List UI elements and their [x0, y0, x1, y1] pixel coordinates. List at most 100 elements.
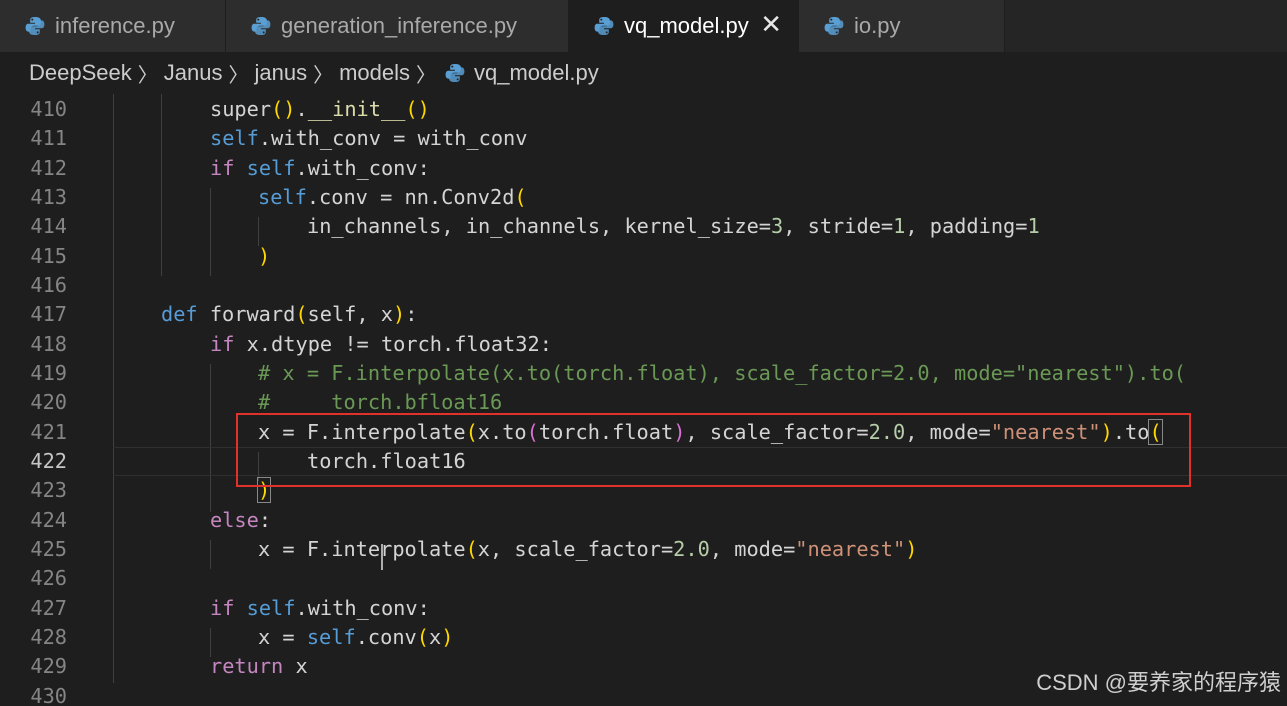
code-line[interactable]: 426	[0, 564, 1287, 593]
code-token: if	[210, 331, 247, 356]
code-line[interactable]: 415)	[0, 242, 1287, 271]
breadcrumb-item-file[interactable]: vq_model.py	[474, 60, 599, 86]
tab-bar: inference.py generation_inference.py vq_…	[0, 0, 1287, 52]
line-number: 419	[30, 360, 67, 385]
tab-generation-inference-py[interactable]: generation_inference.py	[226, 0, 569, 52]
line-number: 416	[30, 272, 67, 297]
code-token: , padding=	[905, 214, 1028, 239]
close-icon[interactable]: ✕	[760, 9, 782, 40]
code-text: if self.with_conv:	[210, 594, 430, 623]
code-token: super	[210, 97, 272, 121]
code-token: x, scale_factor=	[477, 536, 674, 561]
code-token: forward	[209, 302, 296, 327]
code-line[interactable]: 414 in_channels, in_channels, kernel_size…	[0, 212, 1287, 241]
code-token: def	[161, 302, 210, 327]
line-number: 422	[30, 448, 67, 473]
tab-io-py[interactable]: io.py	[799, 0, 1005, 52]
code-token: , mode=	[709, 536, 796, 561]
chevron-right-icon: 〉	[313, 64, 334, 87]
line-number: 418	[30, 331, 67, 356]
tab-vq-model-py[interactable]: vq_model.py ✕	[569, 0, 799, 52]
code-text: return x	[210, 652, 308, 681]
python-file-icon	[24, 15, 46, 37]
code-token: self	[306, 624, 356, 649]
code-line[interactable]: 417 def forward(self, x):	[0, 300, 1287, 329]
python-file-icon	[823, 15, 845, 37]
code-line[interactable]: 413 self.conv = nn.Conv2d(	[0, 183, 1287, 212]
tab-label: vq_model.py	[624, 13, 749, 38]
code-editor[interactable]: 410 super().__init__() 411 self.with_conv =…	[0, 94, 1287, 706]
code-token: :	[405, 302, 418, 327]
code-token: .	[295, 97, 308, 121]
tab-inference-py[interactable]: inference.py	[0, 0, 226, 52]
line-number: 428	[30, 624, 67, 649]
line-number: 429	[30, 654, 67, 679]
breadcrumb-item-models[interactable]: models	[339, 60, 410, 86]
python-file-icon	[444, 62, 466, 84]
code-token: self	[210, 126, 259, 151]
line-number: 425	[30, 536, 67, 561]
code-token: 1	[893, 214, 906, 239]
code-token: self, x	[307, 302, 394, 327]
code-token: x	[295, 654, 308, 679]
code-line[interactable]: 410 super().__init__()	[0, 95, 1287, 124]
code-token: .with_conv:	[295, 155, 430, 180]
code-token: :	[258, 507, 272, 532]
code-token: (	[465, 536, 478, 561]
line-number: 412	[30, 155, 67, 180]
code-line[interactable]: 411 self.with_conv = with_conv	[0, 124, 1287, 153]
code-token: self	[258, 184, 307, 209]
code-token: x =	[258, 624, 307, 649]
line-number: 415	[30, 243, 67, 268]
line-number: 417	[30, 302, 67, 327]
code-token: "nearest"	[795, 536, 906, 561]
code-token: )	[905, 536, 918, 561]
code-text: self.conv = nn.Conv2d(	[258, 183, 527, 212]
breadcrumb-item-janus-pkg[interactable]: janus	[254, 60, 307, 86]
line-number: 411	[30, 126, 67, 151]
line-number: 427	[30, 595, 67, 620]
code-token: x	[428, 624, 442, 649]
code-token: 1	[1027, 214, 1040, 239]
highlight-annotation-box	[236, 413, 1191, 487]
code-token: in_channels, in_channels, kernel_size=	[307, 214, 771, 239]
code-token: return	[210, 654, 296, 679]
chevron-right-icon: 〉	[415, 64, 436, 87]
line-number: 414	[30, 214, 67, 239]
code-line[interactable]: 425 x = F.interpolate(x, scale_factor=2.0…	[0, 535, 1287, 564]
breadcrumb-item-deepseek[interactable]: DeepSeek	[29, 60, 132, 86]
python-file-icon	[250, 15, 272, 37]
code-token: x.dtype != torch.float32:	[246, 331, 552, 356]
code-text: x = self.conv(x)	[258, 623, 453, 652]
chevron-right-icon: 〉	[228, 64, 249, 87]
line-number: 426	[30, 566, 67, 591]
code-token: 3	[771, 214, 784, 239]
code-token: self	[246, 155, 296, 180]
code-text: def forward(self, x):	[161, 300, 417, 329]
code-token: (	[295, 302, 308, 327]
code-token: if	[210, 155, 247, 180]
code-token: self	[246, 595, 296, 620]
code-line[interactable]: 428 x = self.conv(x)	[0, 623, 1287, 652]
line-number: 430	[30, 683, 67, 706]
code-token: , stride=	[783, 214, 894, 239]
code-text: self.with_conv = with_conv	[210, 124, 527, 153]
code-line[interactable]: 416	[0, 271, 1287, 300]
code-token: if	[210, 595, 247, 620]
code-text: x = F.interpolate(x, scale_factor=2.0, m…	[258, 535, 917, 564]
code-token: else	[210, 507, 259, 532]
breadcrumb: DeepSeek 〉 Janus 〉 janus 〉 models 〉 vq_m…	[0, 52, 1287, 94]
code-line[interactable]: 418 if x.dtype != torch.float32:	[0, 330, 1287, 359]
code-line[interactable]: 412 if self.with_conv:	[0, 154, 1287, 183]
line-number: 424	[30, 507, 67, 532]
breadcrumb-item-janus[interactable]: Janus	[164, 60, 223, 86]
code-line[interactable]: 424 else:	[0, 506, 1287, 535]
code-text: super().__init__()	[210, 95, 430, 124]
code-line[interactable]: 427 if self.with_conv:	[0, 594, 1287, 623]
code-text: if self.with_conv:	[210, 154, 430, 183]
line-number: 413	[30, 184, 67, 209]
tab-label: generation_inference.py	[281, 13, 518, 38]
python-file-icon	[593, 15, 615, 37]
code-token: (	[416, 624, 429, 649]
code-line[interactable]: 419 # x = F.interpolate(x.to(torch.float)…	[0, 359, 1287, 388]
